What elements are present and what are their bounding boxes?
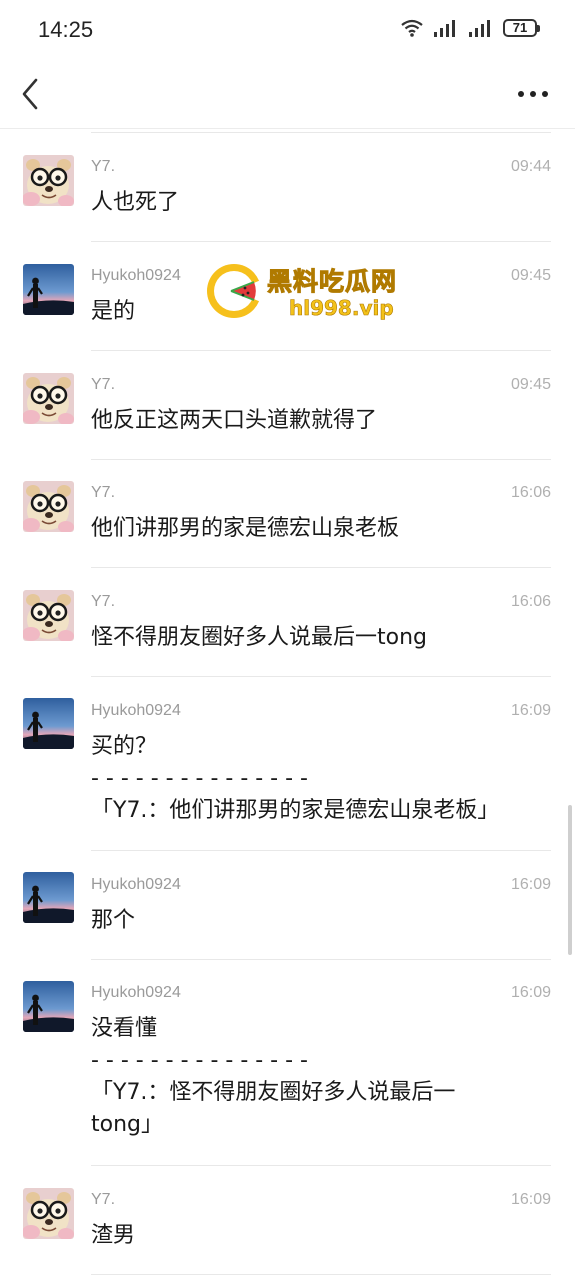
status-icons: 71 bbox=[400, 18, 540, 38]
message-time: 16:09 bbox=[510, 702, 551, 719]
wifi-icon bbox=[401, 19, 423, 37]
message-text: 没看懂 - - - - - - - - - - - - - - - 「Y7.：怪… bbox=[91, 1016, 456, 1137]
message-time: 09:45 bbox=[510, 376, 551, 393]
sender-name: Y7. bbox=[91, 376, 116, 393]
avatar-hyukoh[interactable] bbox=[23, 981, 74, 1032]
battery-indicator: 71 bbox=[503, 19, 540, 37]
sender-name: Hyukoh0924 bbox=[91, 876, 181, 893]
message-time: 16:09 bbox=[510, 876, 551, 893]
top-bar bbox=[0, 60, 575, 129]
back-chevron-icon[interactable] bbox=[14, 74, 44, 114]
sender-name: Hyukoh0924 bbox=[91, 984, 181, 1001]
status-bar: 14:25 71 bbox=[0, 0, 575, 60]
divider bbox=[91, 459, 551, 460]
message-time: 09:45 bbox=[510, 267, 551, 284]
divider bbox=[91, 241, 551, 242]
divider bbox=[91, 567, 551, 568]
sender-name: Y7. bbox=[91, 158, 116, 175]
sender-name: Y7. bbox=[91, 1191, 116, 1208]
message-text: 买的？ - - - - - - - - - - - - - - - 「Y7.：他… bbox=[91, 734, 500, 823]
avatar-hyukoh[interactable] bbox=[23, 698, 74, 749]
message-text: 他反正这两天口头道歉就得了 bbox=[91, 408, 378, 433]
divider bbox=[91, 1274, 551, 1275]
avatar-y7[interactable] bbox=[23, 155, 74, 206]
status-time: 14:25 bbox=[38, 17, 94, 42]
message-time: 16:09 bbox=[510, 1191, 551, 1208]
sender-name: Hyukoh0924 bbox=[91, 267, 181, 284]
avatar-y7[interactable] bbox=[23, 1188, 74, 1239]
avatar-hyukoh[interactable] bbox=[23, 872, 74, 923]
message-time: 09:44 bbox=[510, 158, 551, 175]
message-text: 怪不得朋友圈好多人说最后一tong bbox=[91, 625, 427, 650]
divider bbox=[91, 1165, 551, 1166]
avatar-y7[interactable] bbox=[23, 481, 74, 532]
avatar-y7[interactable] bbox=[23, 373, 74, 424]
sender-name: Hyukoh0924 bbox=[91, 702, 181, 719]
message-text: 渣男 bbox=[91, 1223, 136, 1248]
divider bbox=[91, 959, 551, 960]
avatar-y7[interactable] bbox=[23, 590, 74, 641]
signal-icon-2 bbox=[469, 20, 490, 37]
scrollbar[interactable] bbox=[568, 805, 572, 955]
sender-name: Y7. bbox=[91, 484, 116, 501]
message-time: 16:09 bbox=[510, 984, 551, 1001]
message-text: 是的 bbox=[91, 299, 136, 324]
sender-name: Y7. bbox=[91, 593, 116, 610]
signal-icon bbox=[434, 20, 455, 37]
watermark-title: 黑料吃瓜网 bbox=[266, 267, 398, 297]
divider bbox=[91, 350, 551, 351]
avatar-hyukoh[interactable] bbox=[23, 264, 74, 315]
divider bbox=[91, 850, 551, 851]
message-text: 他们讲那男的家是德宏山泉老板 bbox=[91, 516, 400, 541]
more-horizontal-icon[interactable] bbox=[513, 78, 553, 110]
message-time: 16:06 bbox=[510, 484, 551, 501]
message-time: 16:06 bbox=[510, 593, 551, 610]
message-text: 人也死了 bbox=[91, 190, 180, 215]
divider bbox=[91, 676, 551, 677]
message-text: 那个 bbox=[91, 908, 136, 933]
divider bbox=[91, 132, 551, 133]
